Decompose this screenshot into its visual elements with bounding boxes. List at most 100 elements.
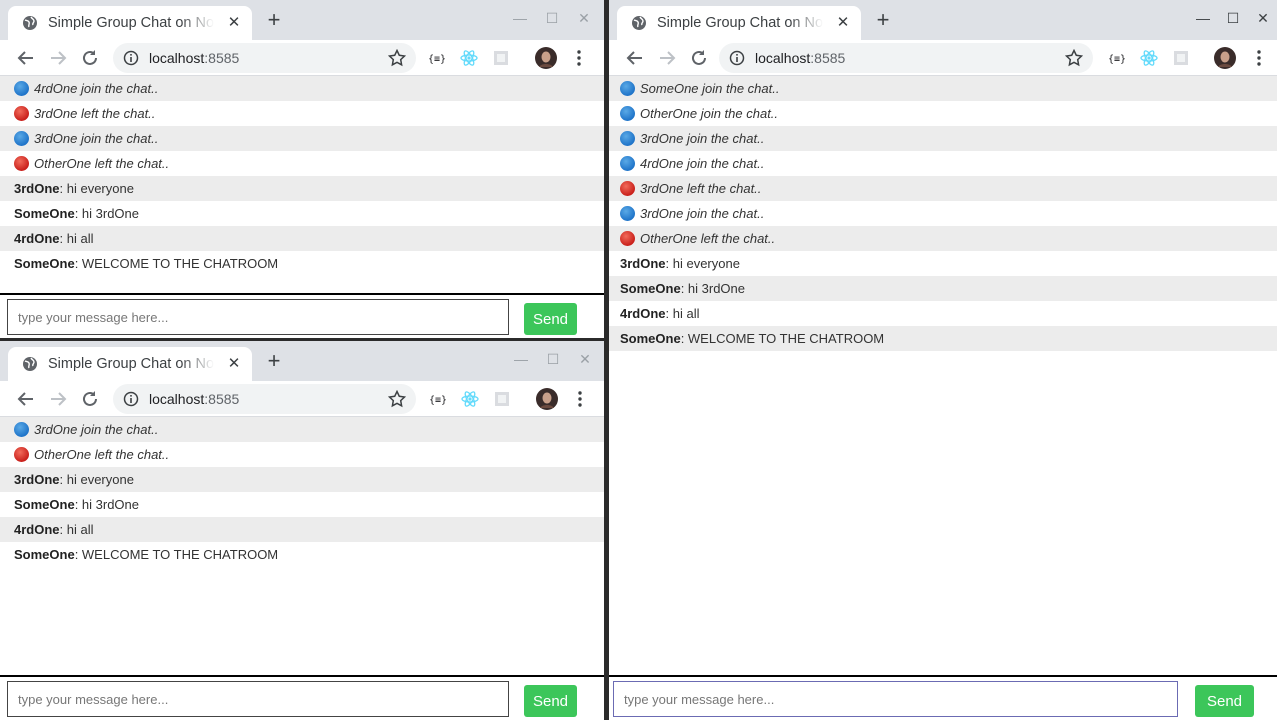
leave-dot-icon xyxy=(14,447,29,462)
reload-icon[interactable] xyxy=(78,46,102,70)
react-devtools-icon[interactable] xyxy=(1137,46,1161,70)
browser-window-right: Simple Group Chat on Node.js ✕ + — ☐ ✕ l… xyxy=(609,0,1277,720)
address-bar[interactable]: localhost:8585 xyxy=(113,384,416,414)
profile-avatar[interactable] xyxy=(1213,46,1237,70)
tab-strip: Simple Group Chat on Node.js ✕ + — ☐ ✕ xyxy=(0,0,604,40)
new-tab-button[interactable]: + xyxy=(262,350,286,374)
message-text: : WELCOME TO THE CHATROOM xyxy=(74,547,279,562)
tab-title: Simple Group Chat on Node.js xyxy=(657,15,823,31)
forward-arrow-icon[interactable] xyxy=(46,387,70,411)
window-close-icon[interactable]: ✕ xyxy=(1253,8,1273,28)
event-message: 3rdOne left the chat.. xyxy=(609,176,1277,201)
chat-message: 4rdOne: hi all xyxy=(0,517,604,542)
message-text: : hi all xyxy=(59,522,94,537)
new-tab-button[interactable]: + xyxy=(871,9,895,33)
message-author: SomeOne xyxy=(620,331,681,346)
back-arrow-icon[interactable] xyxy=(14,387,38,411)
react-devtools-icon[interactable] xyxy=(457,46,481,70)
tab-close-icon[interactable]: ✕ xyxy=(226,15,242,31)
json-extension-icon[interactable]: {≡} xyxy=(425,46,449,70)
window-close-icon[interactable]: ✕ xyxy=(575,349,595,369)
address-bar[interactable]: localhost:8585 xyxy=(113,43,416,73)
event-message: 3rdOne left the chat.. xyxy=(0,101,604,126)
kebab-menu-icon[interactable] xyxy=(567,46,591,70)
active-tab[interactable]: Simple Group Chat on Node.js ✕ xyxy=(8,347,252,381)
forward-arrow-icon[interactable] xyxy=(46,46,70,70)
chat-message: 3rdOne: hi everyone xyxy=(0,176,604,201)
event-message: 4rdOne join the chat.. xyxy=(0,76,604,101)
leave-dot-icon xyxy=(620,181,635,196)
join-dot-icon xyxy=(14,81,29,96)
kebab-menu-icon[interactable] xyxy=(568,387,592,411)
maximize-icon[interactable]: ☐ xyxy=(1223,8,1243,28)
chat-message: 4rdOne: hi all xyxy=(609,301,1277,326)
json-extension-icon[interactable]: {≡} xyxy=(426,387,450,411)
message-input[interactable] xyxy=(7,299,509,335)
event-message: OtherOne left the chat.. xyxy=(0,442,604,467)
minimize-icon[interactable]: — xyxy=(511,349,531,369)
send-button[interactable]: Send xyxy=(1195,685,1254,717)
info-icon[interactable] xyxy=(123,391,139,407)
browser-window-bottom-left: Simple Group Chat on Node.js ✕ + — ☐ ✕ l… xyxy=(0,341,604,720)
leave-dot-icon xyxy=(14,156,29,171)
event-message: OtherOne join the chat.. xyxy=(609,101,1277,126)
join-dot-icon xyxy=(14,131,29,146)
kebab-menu-icon[interactable] xyxy=(1247,46,1271,70)
event-text: OtherOne join the chat.. xyxy=(640,106,779,121)
forward-arrow-icon[interactable] xyxy=(655,46,679,70)
minimize-icon[interactable]: — xyxy=(510,8,530,28)
message-input[interactable] xyxy=(613,681,1178,717)
event-text: 3rdOne join the chat.. xyxy=(640,206,765,221)
message-input[interactable] xyxy=(7,681,509,717)
window-close-icon[interactable]: ✕ xyxy=(574,8,594,28)
tab-strip: Simple Group Chat on Node.js ✕ + — ☐ ✕ xyxy=(0,341,604,381)
message-author: SomeOne xyxy=(14,256,75,271)
message-author: 3rdOne xyxy=(14,181,60,196)
event-text: 3rdOne join the chat.. xyxy=(34,131,159,146)
svg-text:{≡}: {≡} xyxy=(428,54,446,65)
back-arrow-icon[interactable] xyxy=(14,46,38,70)
back-arrow-icon[interactable] xyxy=(623,46,647,70)
active-tab[interactable]: Simple Group Chat on Node.js ✕ xyxy=(617,6,861,40)
json-extension-icon[interactable]: {≡} xyxy=(1105,46,1129,70)
extension-icon[interactable] xyxy=(489,46,513,70)
event-text: 3rdOne join the chat.. xyxy=(640,131,765,146)
message-author: SomeOne xyxy=(14,206,75,221)
new-tab-button[interactable]: + xyxy=(262,9,286,33)
message-author: 4rdOne xyxy=(14,522,60,537)
star-icon[interactable] xyxy=(388,49,406,67)
event-text: OtherOne left the chat.. xyxy=(640,231,776,246)
tab-close-icon[interactable]: ✕ xyxy=(835,15,851,31)
message-author: 3rdOne xyxy=(620,256,666,271)
profile-avatar[interactable] xyxy=(535,387,559,411)
tab-close-icon[interactable]: ✕ xyxy=(226,356,242,372)
star-icon[interactable] xyxy=(1065,49,1083,67)
star-icon[interactable] xyxy=(388,390,406,408)
active-tab[interactable]: Simple Group Chat on Node.js ✕ xyxy=(8,6,252,40)
maximize-icon[interactable]: ☐ xyxy=(542,8,562,28)
profile-avatar[interactable] xyxy=(534,46,558,70)
send-button[interactable]: Send xyxy=(524,685,577,717)
address-bar[interactable]: localhost:8585 xyxy=(719,43,1093,73)
event-message: 3rdOne join the chat.. xyxy=(609,201,1277,226)
event-message: OtherOne left the chat.. xyxy=(609,226,1277,251)
info-icon[interactable] xyxy=(729,50,745,66)
maximize-icon[interactable]: ☐ xyxy=(543,349,563,369)
event-text: 3rdOne left the chat.. xyxy=(34,106,156,121)
extension-icon[interactable] xyxy=(1169,46,1193,70)
info-icon[interactable] xyxy=(123,50,139,66)
extension-icon[interactable] xyxy=(490,387,514,411)
message-author: SomeOne xyxy=(14,497,75,512)
message-text: : hi 3rdOne xyxy=(680,281,746,296)
event-text: OtherOne left the chat.. xyxy=(34,447,170,462)
reload-icon[interactable] xyxy=(687,46,711,70)
message-text: : hi all xyxy=(59,231,94,246)
chat-message: 3rdOne: hi everyone xyxy=(0,467,604,492)
event-message: 3rdOne join the chat.. xyxy=(0,417,604,442)
react-devtools-icon[interactable] xyxy=(458,387,482,411)
minimize-icon[interactable]: — xyxy=(1193,8,1213,28)
reload-icon[interactable] xyxy=(78,387,102,411)
send-button[interactable]: Send xyxy=(524,303,577,335)
message-author: SomeOne xyxy=(620,281,681,296)
chat-message: SomeOne: WELCOME TO THE CHATROOM xyxy=(0,542,604,567)
